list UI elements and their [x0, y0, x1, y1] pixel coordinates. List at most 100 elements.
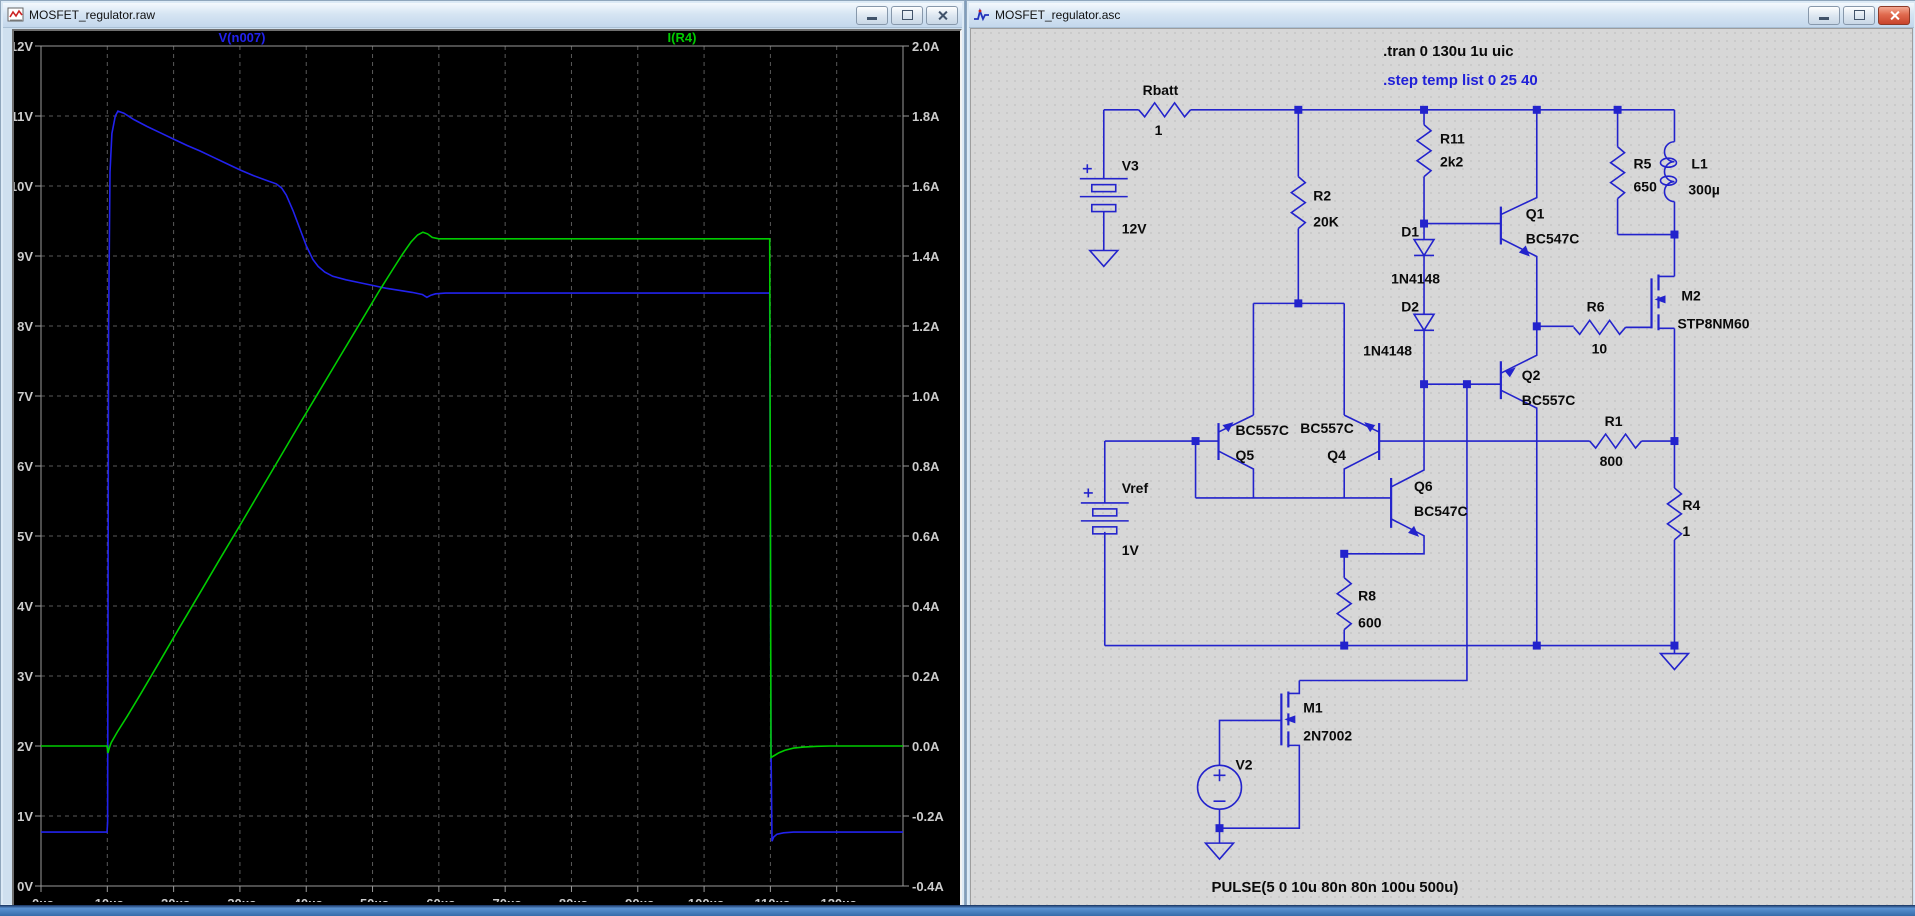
svg-text:1N4148: 1N4148	[1391, 270, 1440, 286]
directive-step[interactable]: .step temp list 0 25 40	[1383, 72, 1538, 89]
svg-text:R6: R6	[1587, 298, 1605, 314]
svg-text:2V: 2V	[17, 739, 33, 754]
svg-text:7V: 7V	[17, 389, 33, 404]
waveform-plot-panel[interactable]: 12V 11V 10V 9V 8V 7V 6V 5V 4V 3V 2V 1V 0V 2.0A 1.8A 1.6…	[12, 29, 962, 908]
svg-text:11V: 11V	[14, 109, 33, 124]
minimize-icon	[867, 17, 877, 20]
component-label: Rbatt	[1143, 82, 1179, 98]
svg-text:BC557C: BC557C	[1300, 420, 1354, 436]
svg-text:Q4: Q4	[1327, 447, 1346, 463]
resistor-Rbatt[interactable]: Rbatt 1	[1138, 82, 1192, 138]
schematic-window-title: MOSFET_regulator.asc	[995, 8, 1121, 22]
waveform-minimize-button[interactable]	[856, 5, 888, 25]
svg-text:1: 1	[1682, 523, 1690, 539]
svg-text:6V: 6V	[17, 459, 33, 474]
resistor-R8[interactable]: R8 600	[1335, 577, 1382, 631]
waveform-plot: 12V 11V 10V 9V 8V 7V 6V 5V 4V 3V 2V 1V 0V 2.0A 1.8A 1.6…	[14, 31, 944, 902]
svg-text:1.6A: 1.6A	[912, 179, 940, 194]
component-value: 1	[1155, 122, 1163, 138]
resistor-R2[interactable]: R2 20K	[1289, 176, 1339, 230]
schematic-canvas[interactable]: .tran 0 130u 1u uic .step temp list 0 25…	[970, 28, 1913, 906]
waveform-restore-button[interactable]	[891, 5, 923, 25]
svg-text:10V: 10V	[14, 179, 33, 194]
svg-text:R8: R8	[1358, 588, 1376, 604]
svg-text:1.2A: 1.2A	[912, 319, 940, 334]
svg-text:BC557C: BC557C	[1235, 422, 1289, 438]
voltage-source-V3[interactable]: V3 12V	[1079, 158, 1147, 268]
resistor-R5[interactable]: R5 650	[1609, 146, 1658, 200]
svg-text:1N4148: 1N4148	[1363, 342, 1412, 358]
svg-text:0.8A: 0.8A	[912, 459, 940, 474]
svg-text:M1: M1	[1303, 699, 1323, 715]
svg-text:120µs: 120µs	[820, 896, 856, 902]
mosfet-M2[interactable]: M2 STP8NM60	[1625, 274, 1750, 331]
mosfet-M1[interactable]: M1 2N7002	[1280, 691, 1352, 748]
svg-text:1.0A: 1.0A	[912, 389, 940, 404]
schematic-window: MOSFET_regulator.asc .tran 0 130u 1u uic…	[966, 0, 1915, 907]
ground-symbol	[1203, 842, 1236, 861]
app-frame-bottom	[0, 905, 1915, 916]
svg-text:12V: 12V	[14, 39, 33, 54]
trace-label-V(n007)[interactable]: V(n007)	[219, 31, 266, 45]
trace-label-I(R4)[interactable]: I(R4)	[668, 31, 697, 45]
inductor-L1[interactable]: L1 300µ	[1659, 140, 1720, 203]
resistor-R6[interactable]: R6 10	[1573, 298, 1627, 356]
directive-tran[interactable]: .tran 0 130u 1u uic	[1383, 43, 1513, 60]
waveform-close-button[interactable]	[926, 5, 958, 25]
close-icon	[937, 10, 948, 21]
svg-text:V2: V2	[1235, 756, 1252, 772]
wires	[1102, 109, 1676, 844]
svg-text:STP8NM60: STP8NM60	[1677, 315, 1749, 331]
trace-I(R4)	[41, 231, 903, 759]
schematic-file-icon	[974, 7, 989, 22]
waveform-window: MOSFET_regulator.raw 12V 11V 10V 9V 8V 7V 6V 5V…	[0, 0, 965, 908]
svg-text:650: 650	[1634, 179, 1658, 195]
restore-icon	[1853, 10, 1865, 20]
svg-text:2.0A: 2.0A	[912, 39, 940, 54]
svg-text:50µs: 50µs	[360, 896, 389, 902]
waveform-titlebar[interactable]: MOSFET_regulator.raw	[3, 3, 962, 28]
schematic-minimize-button[interactable]	[1808, 5, 1840, 25]
svg-text:3V: 3V	[17, 669, 33, 684]
svg-text:BC547C: BC547C	[1414, 503, 1468, 519]
transistor-Q1[interactable]: Q1 BC547C	[1499, 206, 1579, 257]
close-icon	[1889, 10, 1900, 21]
svg-text:0.2A: 0.2A	[912, 669, 940, 684]
svg-text:1.4A: 1.4A	[912, 249, 940, 264]
transistor-Q6[interactable]: Q6 BC547C	[1390, 478, 1468, 537]
schematic-restore-button[interactable]	[1843, 5, 1875, 25]
svg-text:0µs: 0µs	[32, 896, 54, 902]
pulse-directive[interactable]: PULSE(5 0 10u 80n 80n 100u 500u)	[1212, 879, 1459, 896]
schematic-drawing: .tran 0 130u 1u uic .step temp list 0 25…	[1079, 43, 1750, 896]
svg-text:R4: R4	[1682, 497, 1700, 513]
svg-text:110µs: 110µs	[755, 896, 791, 902]
svg-text:-0.2A: -0.2A	[912, 809, 944, 824]
svg-text:Q5: Q5	[1235, 447, 1254, 463]
svg-text:0V: 0V	[17, 879, 33, 894]
schematic-titlebar[interactable]: MOSFET_regulator.asc	[969, 3, 1914, 28]
resistor-R1[interactable]: R1 800	[1589, 413, 1643, 469]
svg-text:70µs: 70µs	[493, 896, 522, 902]
resistor-R4[interactable]: R4 1	[1666, 487, 1701, 541]
svg-text:0.4A: 0.4A	[912, 599, 940, 614]
svg-text:Q6: Q6	[1414, 478, 1433, 494]
svg-text:100µs: 100µs	[688, 896, 724, 902]
resistor-R11[interactable]: R11 2k2	[1415, 124, 1465, 178]
voltage-source-Vref[interactable]: Vref 1V	[1080, 480, 1149, 558]
svg-text:1.8A: 1.8A	[912, 109, 940, 124]
svg-text:9V: 9V	[17, 249, 33, 264]
svg-text:4V: 4V	[17, 599, 33, 614]
svg-text:D1: D1	[1401, 224, 1419, 240]
diode-D1[interactable]: D1 1N4148	[1391, 224, 1440, 287]
svg-text:0.6A: 0.6A	[912, 529, 940, 544]
voltage-source-V2[interactable]: V2	[1196, 756, 1253, 811]
svg-text:10µs: 10µs	[95, 896, 124, 902]
restore-icon	[901, 10, 913, 20]
schematic-close-button[interactable]	[1878, 5, 1910, 25]
svg-text:800: 800	[1600, 453, 1624, 469]
svg-text:20µs: 20µs	[161, 896, 190, 902]
svg-text:R2: R2	[1313, 188, 1331, 204]
waveform-window-title: MOSFET_regulator.raw	[29, 8, 156, 22]
svg-text:R11: R11	[1440, 131, 1465, 147]
svg-text:Q2: Q2	[1522, 367, 1541, 383]
